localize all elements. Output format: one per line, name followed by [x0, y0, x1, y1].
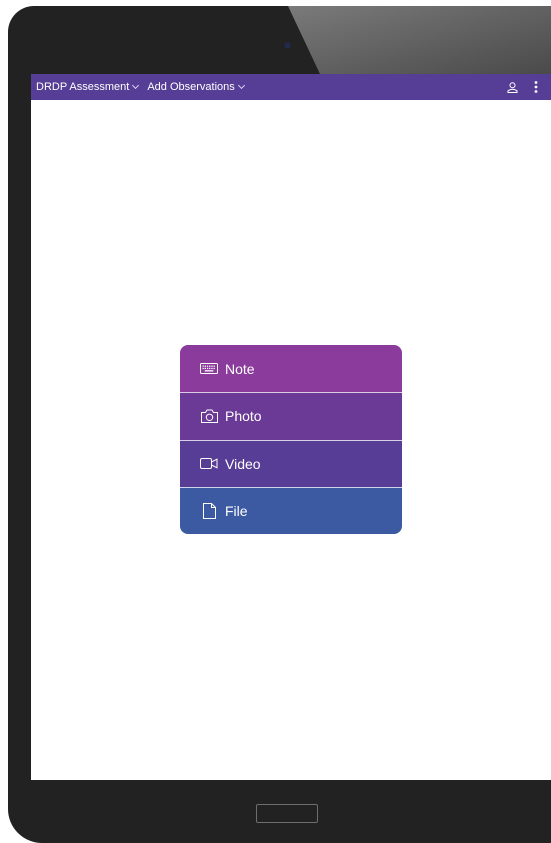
- assessment-menu[interactable]: DRDP Assessment: [36, 81, 140, 93]
- tablet-frame: DRDP Assessment Add Observations Note Ph…: [8, 6, 551, 843]
- more-vertical-icon[interactable]: [527, 78, 545, 96]
- chevron-down-icon: [237, 81, 245, 90]
- home-button[interactable]: [256, 804, 318, 823]
- assessment-menu-label: DRDP Assessment: [36, 81, 130, 93]
- file-option[interactable]: File: [180, 486, 402, 534]
- camera-icon: [200, 408, 218, 424]
- note-option-label: Note: [225, 360, 255, 377]
- add-observation-menu-popup: Note Photo Video File: [180, 345, 402, 534]
- photo-option-label: Photo: [225, 408, 262, 425]
- video-option[interactable]: Video: [180, 439, 402, 487]
- topbar-actions: [497, 74, 545, 100]
- video-icon: [200, 456, 218, 472]
- top-navigation-bar: DRDP Assessment Add Observations: [31, 74, 551, 100]
- add-observations-menu[interactable]: Add Observations: [147, 81, 245, 93]
- user-icon[interactable]: [503, 78, 521, 96]
- file-icon: [200, 502, 218, 519]
- front-camera: [285, 43, 290, 48]
- add-observations-menu-label: Add Observations: [147, 81, 235, 93]
- note-option[interactable]: Note: [180, 345, 402, 393]
- file-option-label: File: [225, 502, 248, 519]
- video-option-label: Video: [225, 455, 261, 472]
- keyboard-icon: [200, 361, 218, 377]
- chevron-down-icon: [132, 81, 140, 90]
- photo-option[interactable]: Photo: [180, 392, 402, 440]
- app-screen: DRDP Assessment Add Observations Note Ph…: [31, 74, 551, 780]
